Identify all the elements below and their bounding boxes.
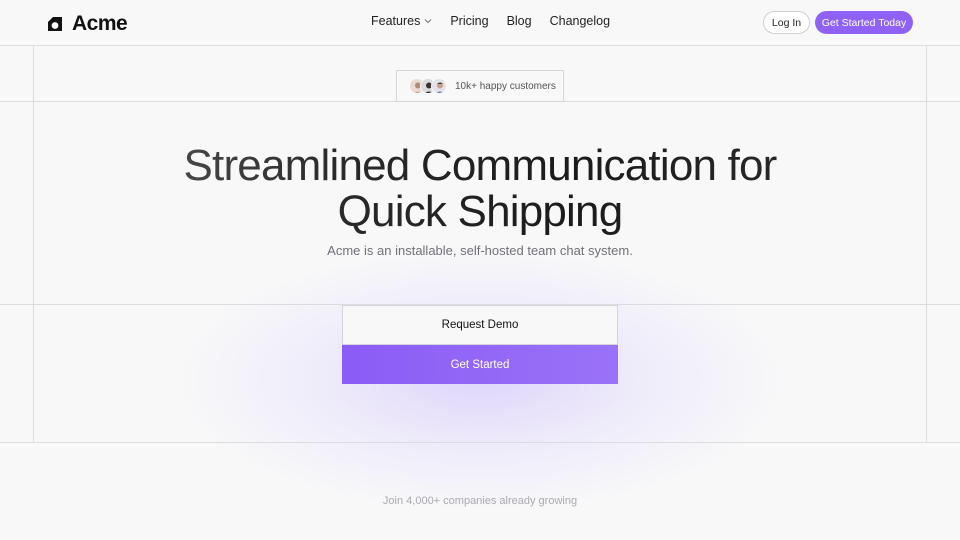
request-demo-button[interactable]: Request Demo [342,305,618,345]
happy-customers-text: 10k+ happy customers [455,80,556,92]
hero-title-line-1: Streamlined Communication for [183,141,777,190]
nav-item-pricing[interactable]: Pricing [450,14,488,28]
grid-line [0,442,960,443]
grid-line [0,45,960,46]
main-nav: Features Pricing Blog Changelog [371,14,610,28]
nav-item-label: Features [371,14,421,28]
get-started-today-button[interactable]: Get Started Today [815,11,913,34]
brand-logo[interactable]: Acme [46,12,128,36]
avatar-icon [431,78,447,94]
nav-item-changelog[interactable]: Changelog [550,14,610,28]
get-started-button[interactable]: Get Started [342,345,618,384]
site-header: Acme Features Pricing Blog Changelog Log… [0,0,960,45]
login-button[interactable]: Log In [763,11,810,34]
hero-subtitle: Acme is an installable, self-hosted team… [327,243,633,258]
chevron-down-icon [424,17,432,26]
acme-logo-icon [46,15,64,33]
nav-item-blog[interactable]: Blog [507,14,532,28]
hero-title-line-2: Quick Shipping [337,187,623,236]
nav-item-features[interactable]: Features [371,14,432,28]
avatar-group [409,78,447,94]
nav-item-label: Pricing [450,14,489,28]
brand-name: Acme [72,12,128,35]
nav-item-label: Blog [506,14,532,28]
happy-customers-badge: 10k+ happy customers [396,70,564,102]
nav-item-label: Changelog [549,14,611,28]
companies-note: Join 4,000+ companies already growing [382,495,578,507]
hero-title: Streamlined Communication for Quick Ship… [0,143,960,235]
